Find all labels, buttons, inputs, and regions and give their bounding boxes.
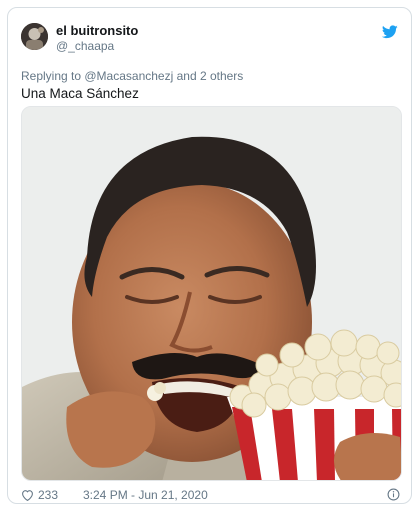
tweet-text: Una Maca Sánchez <box>21 86 139 101</box>
like-button[interactable]: 233 <box>21 487 58 503</box>
twitter-bird-icon[interactable] <box>381 25 398 39</box>
author-display-name[interactable]: el buitronsito <box>56 23 138 38</box>
author-handle[interactable]: @_chaapa <box>56 39 114 53</box>
replying-to-line: Replying to @Macasanchezj and 2 others <box>21 69 244 83</box>
tweet-media-image[interactable] <box>21 106 402 481</box>
heart-icon <box>22 490 33 501</box>
tweet-card: el buitronsito @_chaapa Replying to @Mac… <box>7 7 412 504</box>
avatar[interactable] <box>21 23 48 50</box>
info-icon[interactable] <box>387 488 400 501</box>
tweet-timestamp[interactable]: 3:24 PM - Jun 21, 2020 <box>83 487 208 503</box>
tweet-footer: 233 3:24 PM - Jun 21, 2020 <box>21 487 402 503</box>
like-count: 233 <box>38 488 59 502</box>
